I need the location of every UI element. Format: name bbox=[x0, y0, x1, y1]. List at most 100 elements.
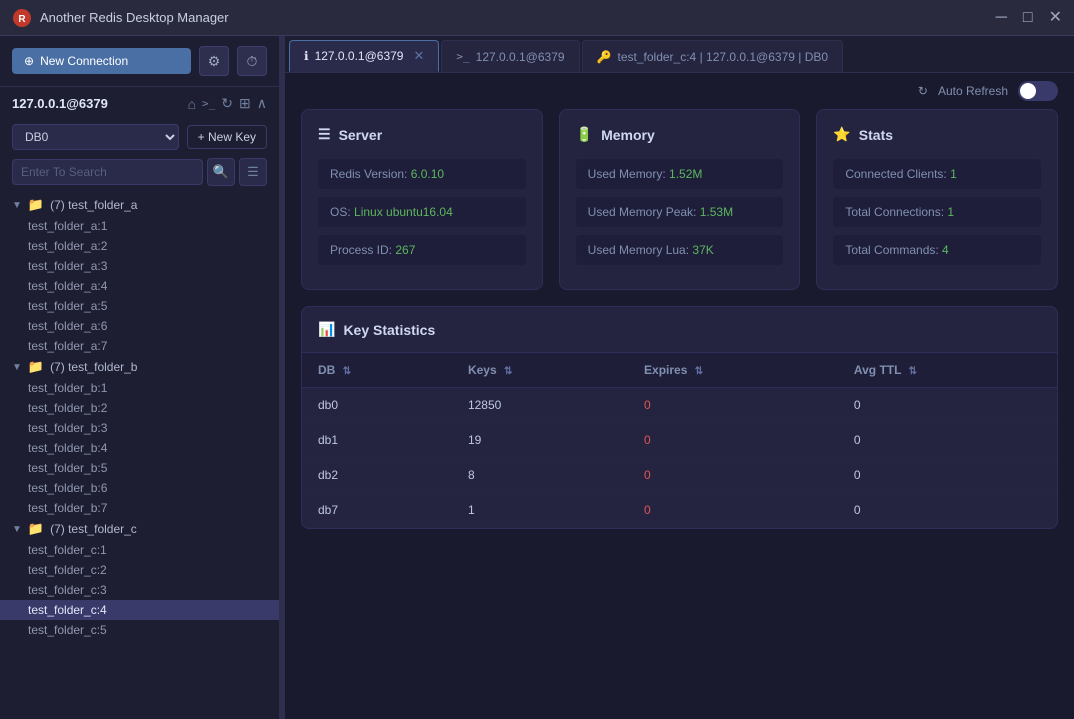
stats-card-title: ⭐ Stats bbox=[833, 126, 1041, 143]
list-item[interactable]: test_folder_a:3 bbox=[0, 256, 279, 276]
refresh-icon[interactable]: ↻ bbox=[221, 95, 233, 112]
col-db-label: DB bbox=[318, 363, 335, 377]
tab-close-button[interactable]: ✕ bbox=[413, 48, 424, 64]
scrollable-content[interactable]: ↻ Auto Refresh ☰ Server Redis Version: 6… bbox=[285, 73, 1074, 719]
search-input[interactable] bbox=[12, 159, 203, 185]
col-header-avg-ttl[interactable]: Avg TTL ⇅ bbox=[838, 353, 1057, 388]
toolbar: ↻ Auto Refresh bbox=[285, 73, 1074, 109]
col-expires-label: Expires bbox=[644, 363, 687, 377]
list-item[interactable]: test_folder_a:7 bbox=[0, 336, 279, 356]
col-header-db[interactable]: DB ⇅ bbox=[302, 353, 452, 388]
stats-card: ⭐ Stats Connected Clients: 1 Total Conne… bbox=[816, 109, 1058, 290]
table-row[interactable]: db7 1 0 0 bbox=[302, 493, 1057, 528]
col-header-keys[interactable]: Keys ⇅ bbox=[452, 353, 628, 388]
folder-b-label: (7) test_folder_b bbox=[50, 360, 137, 374]
process-id-label: Process ID: bbox=[330, 243, 395, 257]
main-content: ℹ 127.0.0.1@6379 ✕ >_ 127.0.0.1@6379 🔑 t… bbox=[285, 36, 1074, 719]
col-avg-ttl-label: Avg TTL bbox=[854, 363, 901, 377]
table-row[interactable]: db2 8 0 0 bbox=[302, 458, 1057, 493]
list-item[interactable]: test_folder_a:5 bbox=[0, 296, 279, 316]
server-redis-version: Redis Version: 6.0.10 bbox=[318, 159, 526, 189]
used-memory-peak: Used Memory Peak: 1.53M bbox=[576, 197, 784, 227]
list-item[interactable]: test_folder_b:6 bbox=[0, 478, 279, 498]
maximize-button[interactable]: □ bbox=[1023, 10, 1033, 26]
tab-terminal[interactable]: >_ 127.0.0.1@6379 bbox=[441, 40, 579, 72]
list-item[interactable]: test_folder_c:1 bbox=[0, 540, 279, 560]
sidebar: ⊕ New Connection ⚙ ⏱ 127.0.0.1@6379 ⌂ >_… bbox=[0, 36, 280, 719]
list-item[interactable]: test_folder_b:3 bbox=[0, 418, 279, 438]
minimize-button[interactable]: ─ bbox=[996, 10, 1007, 26]
server-card-icon: ☰ bbox=[318, 126, 331, 143]
used-memory-peak-label: Used Memory Peak: bbox=[588, 205, 700, 219]
history-button[interactable]: ⏱ bbox=[237, 46, 267, 76]
list-item[interactable]: test_folder_a:6 bbox=[0, 316, 279, 336]
new-connection-button[interactable]: ⊕ New Connection bbox=[12, 48, 191, 74]
list-item[interactable]: test_folder_a:2 bbox=[0, 236, 279, 256]
connection-name: 127.0.0.1@6379 bbox=[12, 96, 180, 111]
folder-a-arrow: ▼ bbox=[12, 200, 22, 211]
folder-item-test-folder-c[interactable]: ▼ 📁 (7) test_folder_c bbox=[0, 518, 279, 540]
folder-c-arrow: ▼ bbox=[12, 524, 22, 535]
list-item[interactable]: test_folder_b:5 bbox=[0, 458, 279, 478]
list-item[interactable]: test_folder_b:4 bbox=[0, 438, 279, 458]
row-keys: 8 bbox=[452, 458, 628, 493]
close-button[interactable]: ✕ bbox=[1049, 10, 1062, 26]
connection-actions: ⌂ >_ ↻ ⊞ ∧ bbox=[188, 95, 267, 112]
row-db: db7 bbox=[302, 493, 452, 528]
filter-button[interactable]: ☰ bbox=[239, 158, 267, 186]
tab-key-icon: 🔑 bbox=[597, 50, 612, 64]
app-logo: R bbox=[12, 8, 32, 28]
table-row[interactable]: db1 19 0 0 bbox=[302, 423, 1057, 458]
auto-refresh-label: Auto Refresh bbox=[938, 84, 1008, 98]
row-expires: 0 bbox=[628, 388, 838, 423]
connected-clients-label: Connected Clients: bbox=[845, 167, 950, 181]
settings-button[interactable]: ⚙ bbox=[199, 46, 229, 76]
list-item[interactable]: test_folder_c:2 bbox=[0, 560, 279, 580]
tab-key-view[interactable]: 🔑 test_folder_c:4 | 127.0.0.1@6379 | DB0 bbox=[582, 40, 844, 72]
tab-server-info[interactable]: ℹ 127.0.0.1@6379 ✕ bbox=[289, 40, 439, 72]
info-cards-row: ☰ Server Redis Version: 6.0.10 OS: Linux… bbox=[285, 109, 1074, 306]
total-connections-value: 1 bbox=[947, 205, 954, 219]
process-id-value: 267 bbox=[395, 243, 415, 257]
row-keys: 19 bbox=[452, 423, 628, 458]
stats-card-label: Stats bbox=[859, 127, 893, 143]
list-item[interactable]: test_folder_a:1 bbox=[0, 216, 279, 236]
table-row[interactable]: db0 12850 0 0 bbox=[302, 388, 1057, 423]
connected-clients: Connected Clients: 1 bbox=[833, 159, 1041, 189]
list-item[interactable]: test_folder_b:1 bbox=[0, 378, 279, 398]
list-item[interactable]: test_folder_c:3 bbox=[0, 580, 279, 600]
key-statistics-table: DB ⇅ Keys ⇅ Expires ⇅ bbox=[302, 353, 1057, 528]
folder-a-icon: 📁 bbox=[28, 197, 44, 213]
db-select[interactable]: DB0DB1DB2 DB3DB4DB5 DB6DB7 bbox=[12, 124, 179, 150]
list-item[interactable]: test_folder_c:5 bbox=[0, 620, 279, 640]
plus-icon: ⊕ bbox=[24, 54, 34, 68]
search-button[interactable]: 🔍 bbox=[207, 158, 235, 186]
tabs-bar: ℹ 127.0.0.1@6379 ✕ >_ 127.0.0.1@6379 🔑 t… bbox=[285, 36, 1074, 73]
grid-icon[interactable]: ⊞ bbox=[239, 95, 251, 112]
folder-item-test-folder-a[interactable]: ▼ 📁 (7) test_folder_a bbox=[0, 194, 279, 216]
server-process-id: Process ID: 267 bbox=[318, 235, 526, 265]
tab-label-1: 127.0.0.1@6379 bbox=[315, 49, 404, 63]
row-avg-ttl: 0 bbox=[838, 423, 1057, 458]
home-icon[interactable]: ⌂ bbox=[188, 96, 196, 112]
db-row: DB0DB1DB2 DB3DB4DB5 DB6DB7 + New Key bbox=[0, 120, 279, 154]
terminal-icon[interactable]: >_ bbox=[202, 97, 215, 110]
list-item[interactable]: test_folder_b:2 bbox=[0, 398, 279, 418]
app-title: Another Redis Desktop Manager bbox=[40, 10, 996, 25]
collapse-icon[interactable]: ∧ bbox=[257, 95, 267, 112]
used-memory-value: 1.52M bbox=[669, 167, 702, 181]
list-item[interactable]: test_folder_a:4 bbox=[0, 276, 279, 296]
memory-card: 🔋 Memory Used Memory: 1.52M Used Memory … bbox=[559, 109, 801, 290]
total-connections-label: Total Connections: bbox=[845, 205, 947, 219]
list-item[interactable]: test_folder_b:7 bbox=[0, 498, 279, 518]
search-row: 🔍 ☰ bbox=[0, 154, 279, 190]
col-header-expires[interactable]: Expires ⇅ bbox=[628, 353, 838, 388]
col-keys-sort-icon: ⇅ bbox=[504, 366, 512, 377]
memory-card-label: Memory bbox=[601, 127, 655, 143]
folder-b-arrow: ▼ bbox=[12, 362, 22, 373]
new-key-button[interactable]: + New Key bbox=[187, 125, 267, 149]
auto-refresh-toggle[interactable] bbox=[1018, 81, 1058, 101]
settings-icon: ⚙ bbox=[208, 53, 221, 70]
folder-item-test-folder-b[interactable]: ▼ 📁 (7) test_folder_b bbox=[0, 356, 279, 378]
list-item[interactable]: test_folder_c:4 bbox=[0, 600, 279, 620]
